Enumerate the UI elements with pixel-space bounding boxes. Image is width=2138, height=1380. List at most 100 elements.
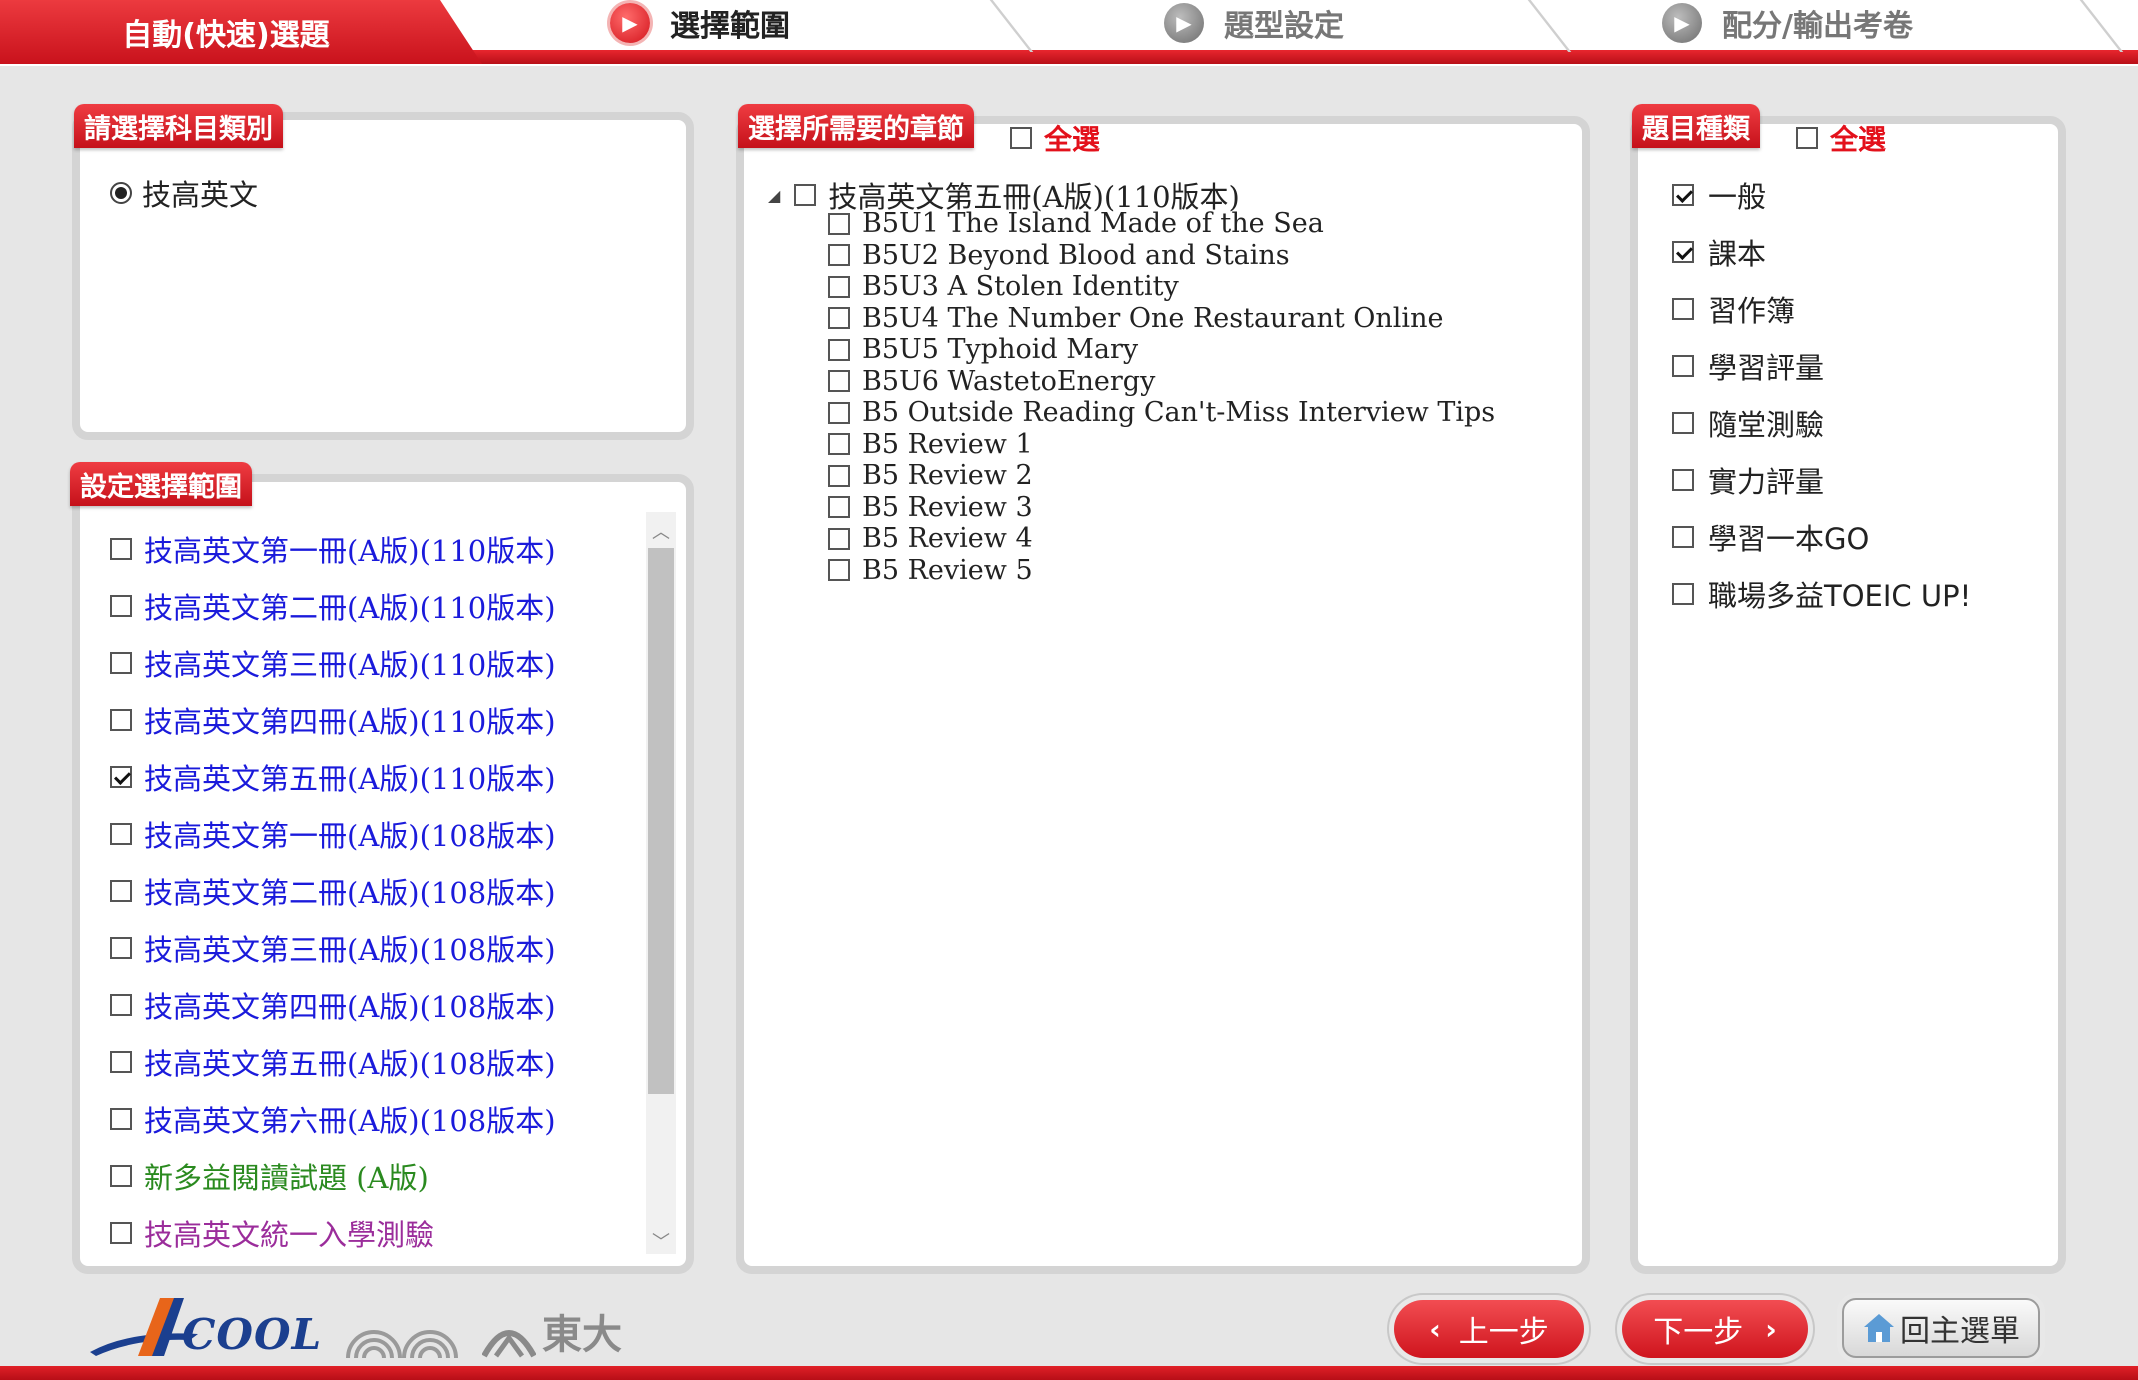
type-checkbox[interactable] bbox=[1672, 411, 1694, 434]
collapse-triangle-icon[interactable]: ◢ bbox=[768, 186, 780, 205]
range-item-label[interactable]: 技高英文第三冊(A版)(110版本) bbox=[144, 642, 556, 684]
scroll-up-icon[interactable]: ︿ bbox=[646, 516, 676, 546]
range-item-label[interactable]: 技高英文第二冊(A版)(108版本) bbox=[144, 870, 556, 912]
type-checkbox[interactable] bbox=[1672, 354, 1694, 377]
range-item[interactable]: 技高英文第一冊(A版)(108版本) bbox=[110, 805, 556, 862]
chapter-item[interactable]: B5U1 The Island Made of the Sea bbox=[828, 208, 1495, 240]
range-item-label[interactable]: 技高英文第二冊(A版)(110版本) bbox=[144, 585, 556, 627]
range-item[interactable]: 技高英文第三冊(A版)(110版本) bbox=[110, 634, 556, 691]
range-checkbox[interactable] bbox=[110, 822, 132, 845]
range-item-label[interactable]: 技高英文第六冊(A版)(108版本) bbox=[144, 1098, 556, 1140]
chapter-checkbox[interactable] bbox=[828, 464, 850, 487]
chapter-checkbox[interactable] bbox=[828, 275, 850, 298]
range-checkbox[interactable] bbox=[110, 993, 132, 1016]
range-item-label[interactable]: 技高英文第一冊(A版)(110版本) bbox=[144, 528, 556, 570]
range-item-label[interactable]: 技高英文第五冊(A版)(110版本) bbox=[144, 756, 556, 798]
chapter-label: B5 Review 4 bbox=[862, 523, 1033, 555]
chapter-item[interactable]: B5U3 A Stolen Identity bbox=[828, 271, 1495, 303]
range-scroll-thumb[interactable] bbox=[648, 548, 674, 1094]
range-item[interactable]: 技高英文第四冊(A版)(108版本) bbox=[110, 976, 556, 1033]
type-item[interactable]: 課本 bbox=[1672, 223, 1971, 280]
range-item-label[interactable]: 技高英文第四冊(A版)(110版本) bbox=[144, 699, 556, 741]
type-checkbox[interactable] bbox=[1672, 297, 1694, 320]
range-checkbox[interactable] bbox=[110, 936, 132, 959]
next-step-button[interactable]: 下一步 › bbox=[1622, 1300, 1808, 1358]
range-item[interactable]: 技高英文第一冊(A版)(110版本) bbox=[110, 520, 556, 577]
type-item[interactable]: 習作簿 bbox=[1672, 280, 1971, 337]
select-all-checkbox[interactable] bbox=[1796, 127, 1818, 149]
scroll-down-icon[interactable]: ﹀ bbox=[646, 1226, 676, 1256]
range-checkbox[interactable] bbox=[110, 1107, 132, 1130]
range-checkbox[interactable] bbox=[110, 594, 132, 617]
range-checkbox[interactable] bbox=[110, 708, 132, 731]
type-checkbox[interactable] bbox=[1672, 525, 1694, 548]
chapter-item[interactable]: B5 Review 1 bbox=[828, 429, 1495, 461]
chapter-item[interactable]: B5 Review 2 bbox=[828, 460, 1495, 492]
range-item-label[interactable]: 技高英文第三冊(A版)(108版本) bbox=[144, 927, 556, 969]
chapter-item[interactable]: B5 Review 3 bbox=[828, 492, 1495, 524]
type-checkbox[interactable] bbox=[1672, 582, 1694, 605]
chapter-checkbox[interactable] bbox=[828, 496, 850, 519]
cool-logo-text: COOL bbox=[182, 1310, 323, 1359]
chapter-item[interactable]: B5 Review 4 bbox=[828, 523, 1495, 555]
select-all-checkbox[interactable] bbox=[1010, 127, 1032, 149]
step-question-settings[interactable]: ▶ 題型設定 bbox=[1164, 0, 1344, 46]
range-item-label[interactable]: 技高英文統一入學測驗 bbox=[144, 1212, 434, 1254]
type-checkbox[interactable] bbox=[1672, 240, 1694, 263]
type-item[interactable]: 隨堂測驗 bbox=[1672, 394, 1971, 451]
subject-option[interactable]: 技高英文 bbox=[110, 172, 258, 214]
chapter-checkbox[interactable] bbox=[828, 401, 850, 424]
chapter-checkbox[interactable] bbox=[828, 212, 850, 235]
range-item[interactable]: 技高英文第六冊(A版)(108版本) bbox=[110, 1090, 556, 1147]
chapter-item[interactable]: B5 Review 5 bbox=[828, 555, 1495, 587]
chapter-checkbox[interactable] bbox=[828, 338, 850, 361]
chapter-item[interactable]: B5U6 WastetoEnergy bbox=[828, 366, 1495, 398]
range-item[interactable]: 技高英文第五冊(A版)(110版本) bbox=[110, 748, 556, 805]
prev-step-button[interactable]: ‹ 上一步 bbox=[1394, 1300, 1584, 1358]
range-item[interactable]: 技高英文第四冊(A版)(110版本) bbox=[110, 691, 556, 748]
range-checkbox[interactable] bbox=[110, 651, 132, 674]
type-checkbox[interactable] bbox=[1672, 468, 1694, 491]
type-item[interactable]: 學習評量 bbox=[1672, 337, 1971, 394]
chapter-checkbox[interactable] bbox=[828, 244, 850, 267]
type-item[interactable]: 一般 bbox=[1672, 166, 1971, 223]
chapter-checkbox[interactable] bbox=[828, 307, 850, 330]
type-item[interactable]: 實力評量 bbox=[1672, 451, 1971, 508]
tree-root-checkbox[interactable] bbox=[794, 184, 817, 206]
range-item[interactable]: 技高英文第三冊(A版)(108版本) bbox=[110, 919, 556, 976]
subject-radio[interactable] bbox=[110, 182, 132, 204]
range-checkbox[interactable] bbox=[110, 537, 132, 560]
range-item-label[interactable]: 技高英文第五冊(A版)(108版本) bbox=[144, 1041, 556, 1083]
type-item[interactable]: 職場多益TOEIC UP! bbox=[1672, 565, 1971, 622]
range-checkbox[interactable] bbox=[110, 879, 132, 902]
range-checkbox[interactable] bbox=[110, 1050, 132, 1073]
range-item-label[interactable]: 技高英文第四冊(A版)(108版本) bbox=[144, 984, 556, 1026]
type-select-all[interactable]: 全選 bbox=[1796, 118, 1886, 158]
range-checkbox[interactable] bbox=[110, 1164, 132, 1187]
range-item[interactable]: 技高英文第五冊(A版)(108版本) bbox=[110, 1033, 556, 1090]
range-item-label[interactable]: 技高英文第一冊(A版)(108版本) bbox=[144, 813, 556, 855]
chapter-item[interactable]: B5U5 Typhoid Mary bbox=[828, 334, 1495, 366]
range-checkbox[interactable] bbox=[110, 1221, 132, 1244]
chapter-item[interactable]: B5U4 The Number One Restaurant Online bbox=[828, 303, 1495, 335]
type-checkbox[interactable] bbox=[1672, 183, 1694, 206]
subject-panel-title: 請選擇科目類別 bbox=[74, 104, 283, 148]
range-checkbox[interactable] bbox=[110, 765, 132, 788]
chapter-item[interactable]: B5U2 Beyond Blood and Stains bbox=[828, 240, 1495, 272]
chapter-checkbox[interactable] bbox=[828, 527, 850, 550]
type-item[interactable]: 學習一本GO bbox=[1672, 508, 1971, 565]
step-score-export[interactable]: ▶ 配分/輸出考卷 bbox=[1662, 0, 1913, 46]
home-menu-button[interactable]: 回主選單 bbox=[1842, 1298, 2040, 1358]
step-select-range[interactable]: ▶ 選擇範圍 bbox=[610, 0, 790, 46]
chapter-item[interactable]: B5 Outside Reading Can't-Miss Interview … bbox=[828, 397, 1495, 429]
chapter-checkbox[interactable] bbox=[828, 433, 850, 456]
chapter-select-all[interactable]: 全選 bbox=[1010, 118, 1100, 158]
range-item[interactable]: 新多益閱讀試題 (A版) bbox=[110, 1147, 556, 1204]
range-item-label[interactable]: 新多益閱讀試題 (A版) bbox=[144, 1155, 429, 1197]
range-item[interactable]: 技高英文統一入學測驗 bbox=[110, 1204, 556, 1261]
range-item[interactable]: 技高英文第二冊(A版)(108版本) bbox=[110, 862, 556, 919]
chapter-checkbox[interactable] bbox=[828, 559, 850, 582]
range-item[interactable]: 技高英文第二冊(A版)(110版本) bbox=[110, 577, 556, 634]
chapter-checkbox[interactable] bbox=[828, 370, 850, 393]
type-item-label: 一般 bbox=[1708, 179, 1767, 214]
